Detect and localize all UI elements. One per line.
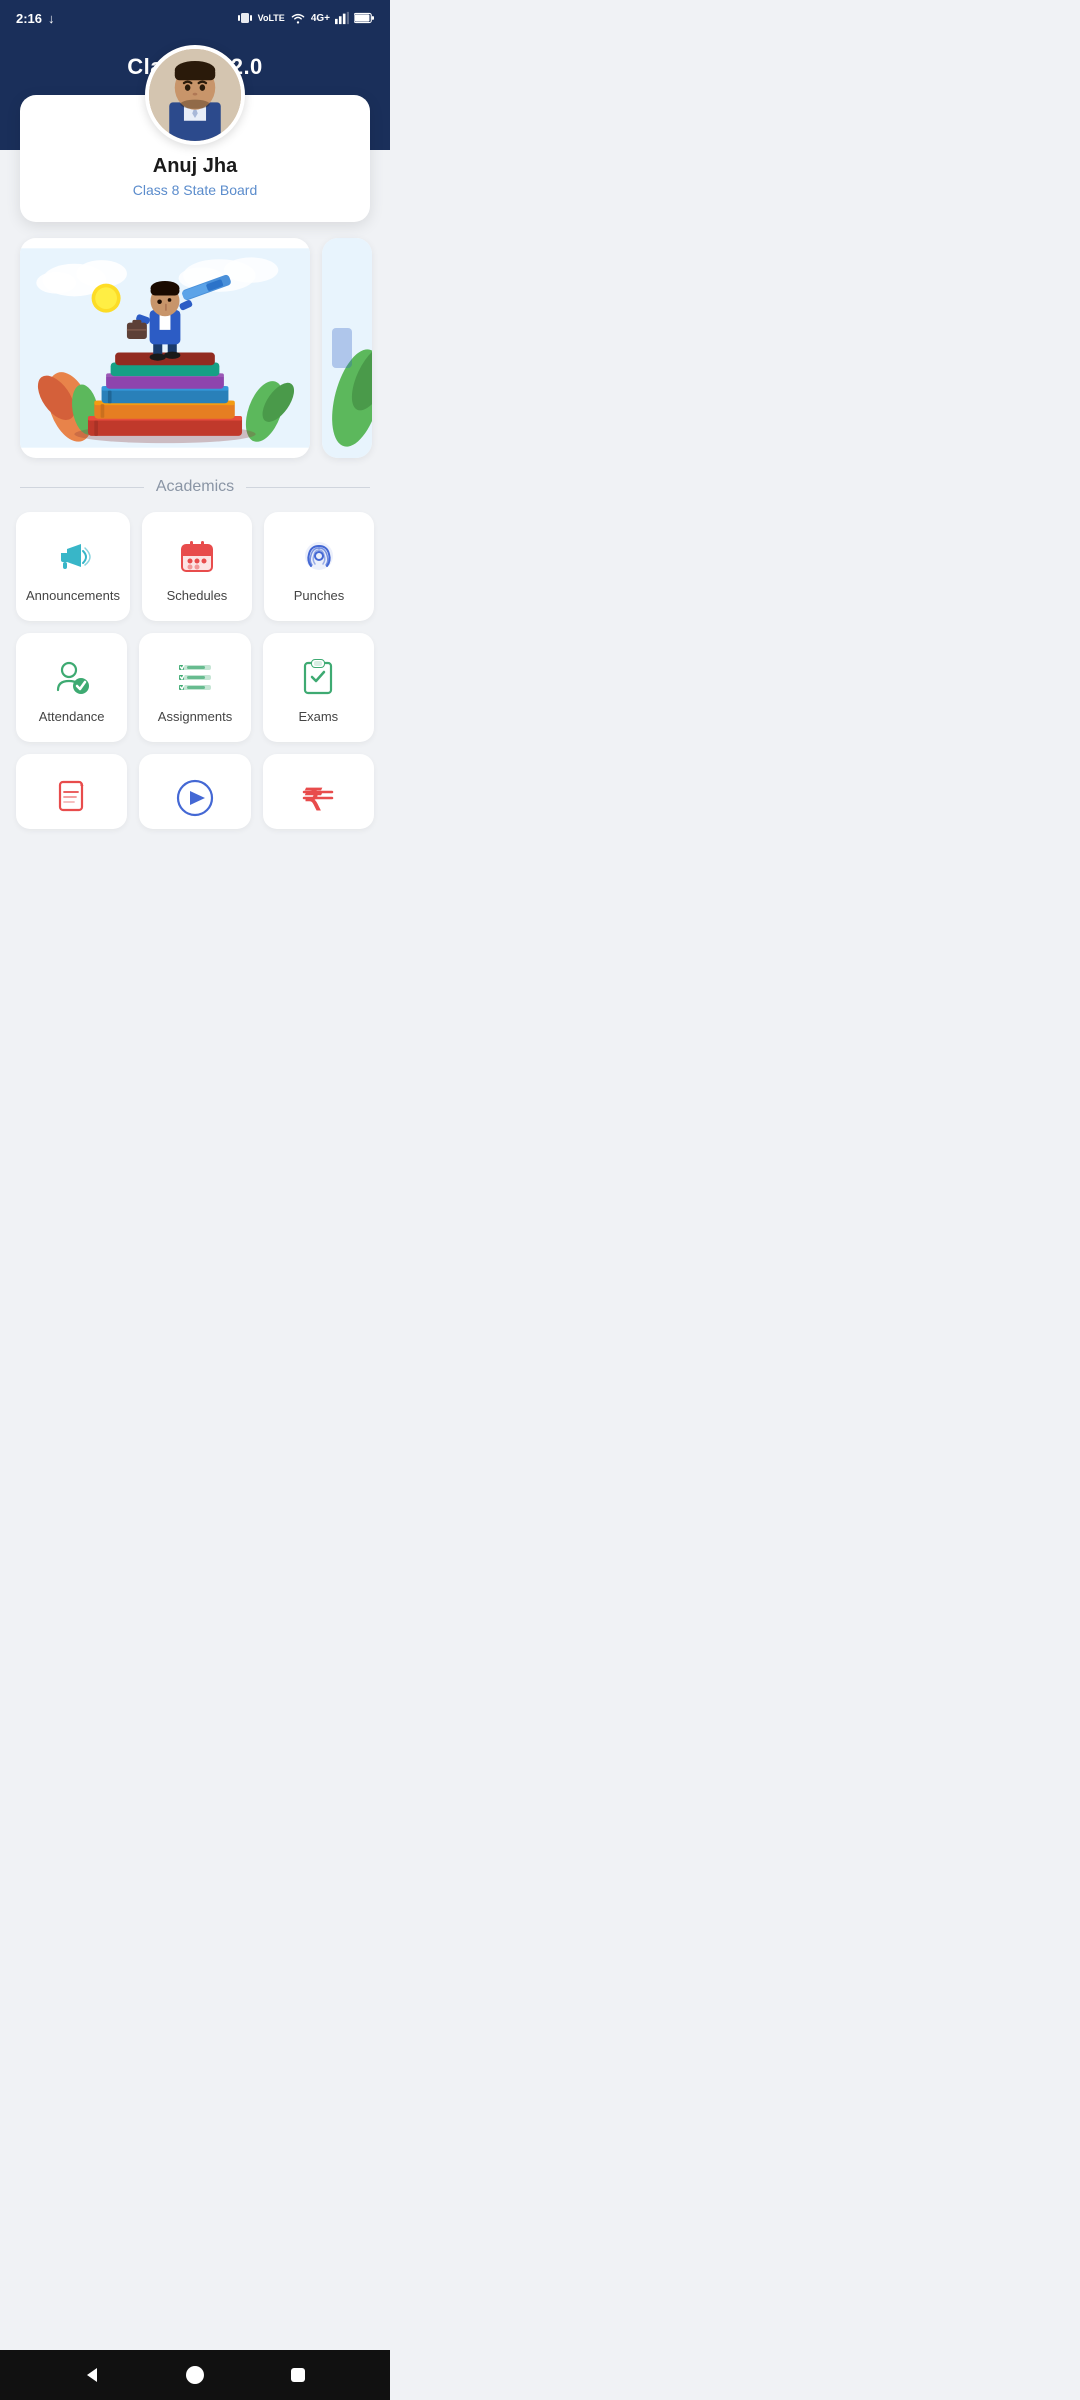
menu-item-attendance[interactable]: Attendance xyxy=(16,633,127,742)
signal-icon xyxy=(335,11,349,25)
vibrate-icon xyxy=(237,10,253,26)
menu-item-notes[interactable] xyxy=(16,754,127,829)
videos-icon xyxy=(173,776,217,820)
status-bar: 2:16 ↓ VoLTE 4G+ xyxy=(0,0,390,36)
notes-icon xyxy=(50,776,94,820)
recent-button[interactable] xyxy=(280,2357,316,2393)
profile-card: Anuj Jha Class 8 State Board xyxy=(20,95,370,222)
schedules-icon xyxy=(175,534,219,578)
menu-item-videos[interactable] xyxy=(139,754,250,829)
network-icon: 4G+ xyxy=(311,13,330,24)
banner-card-secondary[interactable] xyxy=(322,238,372,458)
profile-name: Anuj Jha xyxy=(40,155,350,178)
section-line-right xyxy=(246,487,370,488)
avatar xyxy=(145,45,245,145)
punches-label: Punches xyxy=(294,588,345,603)
attendance-label: Attendance xyxy=(39,709,105,724)
schedules-label: Schedules xyxy=(167,588,228,603)
avatar-wrapper xyxy=(145,45,245,145)
announcements-label: Announcements xyxy=(26,588,120,603)
section-line-left xyxy=(20,487,144,488)
menu-item-punches[interactable]: Punches xyxy=(264,512,374,621)
profile-card-wrapper: Anuj Jha Class 8 State Board xyxy=(0,95,390,222)
profile-class: Class 8 State Board xyxy=(40,182,350,198)
section-title-row: Academics xyxy=(0,474,390,512)
menu-grid-partial: ₹ xyxy=(0,754,390,829)
menu-grid-row2: Attendance Assignm xyxy=(0,633,390,742)
menu-item-assignments[interactable]: Assignments xyxy=(139,633,250,742)
back-icon xyxy=(81,2364,103,2386)
assignments-icon xyxy=(173,655,217,699)
download-icon: ↓ xyxy=(48,11,55,26)
menu-item-announcements[interactable]: Announcements xyxy=(16,512,130,621)
attendance-icon xyxy=(50,655,94,699)
battery-icon xyxy=(354,12,374,24)
banner-card-main[interactable] xyxy=(20,238,310,458)
home-button[interactable] xyxy=(177,2357,213,2393)
status-left: 2:16 ↓ xyxy=(16,11,55,26)
exams-icon xyxy=(296,655,340,699)
announcements-icon xyxy=(51,534,95,578)
time-display: 2:16 xyxy=(16,11,42,26)
avatar-image xyxy=(149,49,241,141)
section-title-academics: Academics xyxy=(156,478,234,496)
punches-icon xyxy=(297,534,341,578)
volte-icon: VoLTE xyxy=(258,13,285,23)
fees-icon: ₹ xyxy=(296,776,340,820)
banner-illustration xyxy=(20,238,310,458)
recent-icon xyxy=(287,2364,309,2386)
banner-wrapper xyxy=(0,222,390,474)
svg-text:₹: ₹ xyxy=(304,784,323,817)
menu-item-exams[interactable]: Exams xyxy=(263,633,374,742)
menu-grid-row1: Announcements Schedules xyxy=(0,512,390,621)
menu-item-fees[interactable]: ₹ xyxy=(263,754,374,829)
home-icon xyxy=(184,2364,206,2386)
exams-label: Exams xyxy=(298,709,338,724)
banner-small-illustration xyxy=(322,238,372,458)
assignments-label: Assignments xyxy=(158,709,232,724)
wifi-icon xyxy=(290,11,306,25)
bottom-navigation xyxy=(0,2350,390,2400)
back-button[interactable] xyxy=(74,2357,110,2393)
menu-item-schedules[interactable]: Schedules xyxy=(142,512,252,621)
status-right: VoLTE 4G+ xyxy=(237,10,374,26)
